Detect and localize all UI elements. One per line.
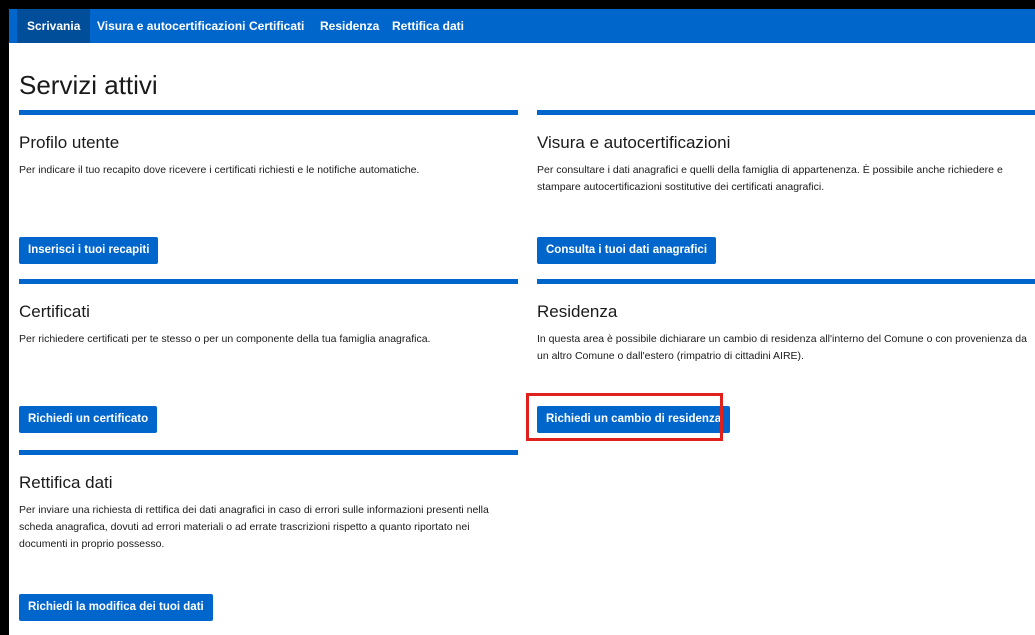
richiedi-modifica-dati-button[interactable]: Richiedi la modifica dei tuoi dati xyxy=(19,594,213,621)
page-frame: Scrivania Visura e autocertificazioni Ce… xyxy=(9,9,1035,635)
card-divider xyxy=(19,450,518,455)
inserisci-recapiti-button[interactable]: Inserisci i tuoi recapiti xyxy=(19,237,159,264)
nav-item-certificati[interactable]: Certificati xyxy=(249,9,304,43)
card-description: Per richiedere certificati per te stesso… xyxy=(19,333,431,345)
card-description: In questa area è possibile dichiarare un… xyxy=(537,333,1027,362)
card-description: Per consultare i dati anagrafici e quell… xyxy=(537,164,1003,193)
top-navigation: Scrivania Visura e autocertificazioni Ce… xyxy=(9,9,1035,43)
card-title: Certificati xyxy=(19,302,90,321)
nav-item-residenza[interactable]: Residenza xyxy=(320,9,379,43)
card-visura: Visura e autocertificazioni Per consulta… xyxy=(537,110,1035,270)
card-title: Rettifica dati xyxy=(19,473,113,492)
consulta-dati-button[interactable]: Consulta i tuoi dati anagrafici xyxy=(537,237,717,264)
card-title: Residenza xyxy=(537,302,618,321)
card-divider xyxy=(19,110,518,115)
card-certificati: Certificati Per richiedere certificati p… xyxy=(19,279,518,439)
card-title: Visura e autocertificazioni xyxy=(537,133,731,152)
nav-item-scrivania[interactable]: Scrivania xyxy=(17,9,91,43)
richiedi-cambio-residenza-button[interactable]: Richiedi un cambio di residenza xyxy=(537,406,731,433)
card-title: Profilo utente xyxy=(19,133,120,152)
card-divider xyxy=(537,279,1035,284)
card-rettifica-dati: Rettifica dati Per inviare una richiesta… xyxy=(19,450,518,630)
card-residenza: Residenza In questa area è possibile dic… xyxy=(537,279,1035,439)
card-divider xyxy=(19,279,518,284)
nav-item-rettifica[interactable]: Rettifica dati xyxy=(392,9,464,43)
richiedi-certificato-button[interactable]: Richiedi un certificato xyxy=(19,406,158,433)
card-description: Per inviare una richiesta di rettifica d… xyxy=(19,504,489,550)
card-divider xyxy=(537,110,1035,115)
card-description: Per indicare il tuo recapito dove riceve… xyxy=(19,164,420,176)
page-title: Servizi attivi xyxy=(19,70,158,100)
nav-item-visura[interactable]: Visura e autocertificazioni xyxy=(97,9,246,43)
card-profilo-utente: Profilo utente Per indicare il tuo recap… xyxy=(19,110,518,270)
